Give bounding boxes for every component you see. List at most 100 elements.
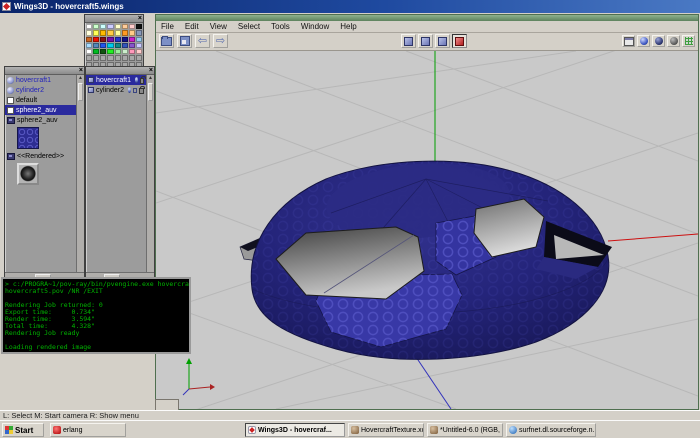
palette-color-4-6[interactable]	[129, 49, 135, 54]
palette-color-5-6[interactable]	[129, 55, 135, 60]
eye-icon[interactable]	[135, 77, 138, 83]
scroll-thumb[interactable]	[148, 83, 153, 101]
wire-icon[interactable]	[133, 88, 137, 93]
texture-thumbnail[interactable]	[17, 127, 39, 149]
show-grid-button[interactable]	[682, 35, 695, 47]
palette-color-3-2[interactable]	[100, 43, 106, 48]
lock-icon[interactable]	[139, 88, 144, 94]
outliner-item-cylinder2[interactable]: cylinder2	[5, 85, 76, 95]
palette-color-4-5[interactable]	[122, 49, 128, 54]
start-button[interactable]: Start	[2, 423, 44, 437]
palette-color-2-6[interactable]	[129, 37, 135, 42]
menu-file[interactable]: File	[161, 22, 174, 31]
palette-color-0-0[interactable]	[86, 24, 92, 29]
palette-color-1-4[interactable]	[115, 30, 121, 35]
palette-color-5-4[interactable]	[115, 55, 121, 60]
palette-color-1-5[interactable]	[122, 30, 128, 35]
undo-button[interactable]: ⇦	[195, 34, 210, 48]
menu-view[interactable]: View	[210, 22, 227, 31]
palette-color-0-2[interactable]	[100, 24, 106, 29]
close-icon[interactable]: ×	[138, 16, 142, 22]
select-mode-body-button[interactable]	[452, 34, 467, 48]
palette-color-4-1[interactable]	[93, 49, 99, 54]
redo-button[interactable]: ⇨	[213, 34, 228, 48]
outliner-item-hovercraft1[interactable]: hovercraft1	[5, 75, 76, 85]
palette-color-2-0[interactable]	[86, 37, 92, 42]
palette-color-4-2[interactable]	[100, 49, 106, 54]
palette-color-4-0[interactable]	[86, 49, 92, 54]
select-mode-edge-button[interactable]	[418, 34, 433, 48]
flat-shaded-button[interactable]	[652, 35, 665, 47]
palette-color-1-2[interactable]	[100, 30, 106, 35]
palette-color-2-5[interactable]	[122, 37, 128, 42]
hovercraft-model[interactable]	[240, 156, 612, 359]
menu-window[interactable]: Window	[301, 22, 329, 31]
palette-titlebar[interactable]: ×	[85, 15, 143, 23]
close-icon[interactable]: ×	[79, 68, 83, 74]
palette-color-1-1[interactable]	[93, 30, 99, 35]
palette-color-2-1[interactable]	[93, 37, 99, 42]
outliner-item-sphere2-auv[interactable]: sphere2_auv	[5, 105, 76, 115]
geograph-item-hovercraft1[interactable]: hovercraft1	[86, 75, 146, 85]
menu-edit[interactable]: Edit	[185, 22, 199, 31]
outliner-vscrollbar[interactable]: ▲	[76, 75, 84, 272]
palette-color-3-3[interactable]	[107, 43, 113, 48]
menu-tools[interactable]: Tools	[271, 22, 290, 31]
palette-color-5-5[interactable]	[122, 55, 128, 60]
palette-color-0-3[interactable]	[107, 24, 113, 29]
palette-color-4-7[interactable]	[136, 49, 142, 54]
scroll-up-icon[interactable]: ▲	[148, 75, 153, 82]
scroll-up-icon[interactable]: ▲	[78, 75, 83, 82]
palette-color-1-6[interactable]	[129, 30, 135, 35]
outliner-item-sphere2-auv[interactable]: sphere2_auv	[5, 115, 76, 125]
rendered-image-thumbnail[interactable]	[17, 163, 39, 185]
eye-icon[interactable]	[128, 87, 131, 93]
palette-color-0-1[interactable]	[93, 24, 99, 29]
palette-color-2-3[interactable]	[107, 37, 113, 42]
taskbar-button-4[interactable]: *Untitled-6.0 (RGB, 1 lay...	[427, 423, 503, 437]
wireframe-button[interactable]	[667, 35, 680, 47]
view-options-button[interactable]	[622, 35, 635, 47]
palette-color-3-5[interactable]	[122, 43, 128, 48]
palette-color-0-7[interactable]	[136, 24, 142, 29]
smooth-shaded-button[interactable]	[637, 35, 650, 47]
palette-color-2-2[interactable]	[100, 37, 106, 42]
taskbar-button-3[interactable]: HovercraftTexture.xcf-2...	[348, 423, 424, 437]
palette-color-5-2[interactable]	[100, 55, 106, 60]
palette-color-3-0[interactable]	[86, 43, 92, 48]
geograph-item-cylinder2[interactable]: cylinder2	[86, 85, 146, 95]
taskbar-button-1[interactable]: erlang	[50, 423, 126, 437]
palette-color-0-5[interactable]	[122, 24, 128, 29]
3d-viewport-canvas[interactable]	[156, 51, 698, 409]
palette-color-4-4[interactable]	[115, 49, 121, 54]
palette-color-2-4[interactable]	[115, 37, 121, 42]
scroll-thumb[interactable]	[78, 83, 83, 101]
palette-color-5-7[interactable]	[136, 55, 142, 60]
palette-color-3-7[interactable]	[136, 43, 142, 48]
select-mode-vertex-button[interactable]	[401, 34, 416, 48]
select-mode-face-button[interactable]	[435, 34, 450, 48]
palette-color-3-1[interactable]	[93, 43, 99, 48]
palette-color-4-3[interactable]	[107, 49, 113, 54]
open-button[interactable]	[159, 34, 174, 48]
menu-help[interactable]: Help	[340, 22, 356, 31]
palette-color-1-0[interactable]	[86, 30, 92, 35]
close-icon[interactable]: ×	[149, 68, 153, 74]
palette-color-2-7[interactable]	[136, 37, 142, 42]
palette-color-5-1[interactable]	[93, 55, 99, 60]
palette-color-0-4[interactable]	[115, 24, 121, 29]
palette-color-5-0[interactable]	[86, 55, 92, 60]
palette-color-1-3[interactable]	[107, 30, 113, 35]
palette-color-3-6[interactable]	[129, 43, 135, 48]
palette-color-0-6[interactable]	[129, 24, 135, 29]
taskbar-button-2[interactable]: Wings3D - hovercraf...	[245, 423, 345, 437]
save-button[interactable]	[177, 34, 192, 48]
geograph-vscrollbar[interactable]: ▲	[146, 75, 154, 272]
palette-color-1-7[interactable]	[136, 30, 142, 35]
taskbar-button-5[interactable]: surfnet.dl.sourceforge.n...	[506, 423, 596, 437]
console-window[interactable]: > c:/PROGRA~1/pov-ray/bin/pvengine.exe h…	[1, 277, 191, 354]
outliner-item--rendered-[interactable]: <<Rendered>>	[5, 151, 76, 161]
outliner-item-default[interactable]: default	[5, 95, 76, 105]
lock-icon[interactable]	[140, 78, 144, 84]
menu-select[interactable]: Select	[238, 22, 260, 31]
